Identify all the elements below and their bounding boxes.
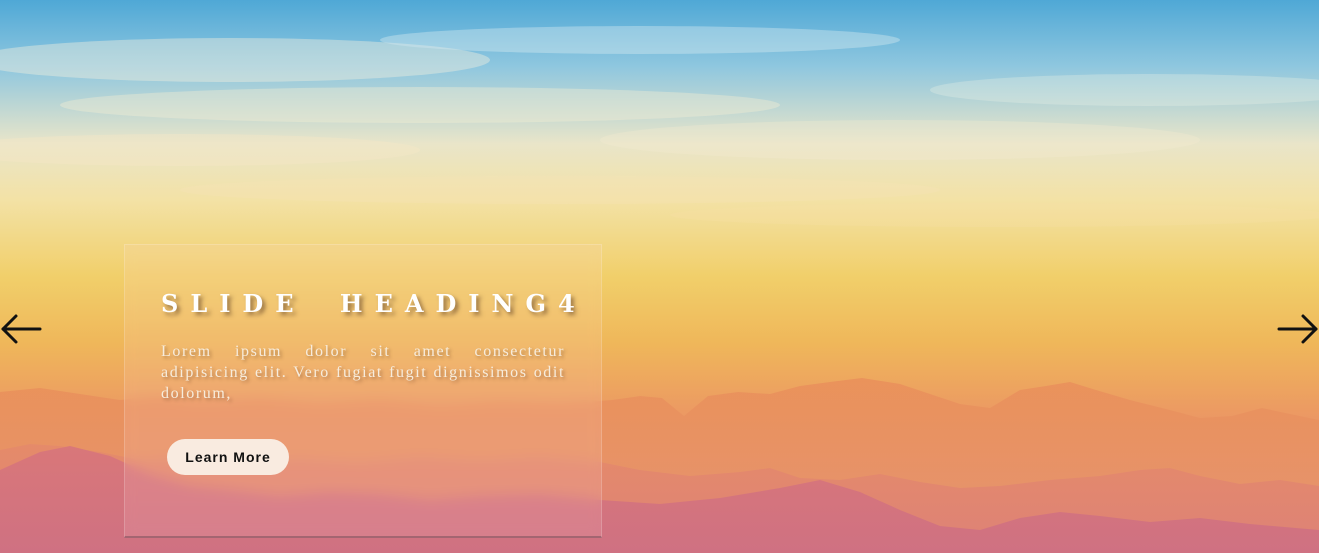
slide-heading: SLIDE HEADING4	[161, 289, 587, 318]
slide-description: Lorem ipsum dolor sit amet consectetur a…	[161, 343, 565, 402]
arrow-right-icon	[1277, 314, 1318, 344]
arrow-left-icon	[1, 314, 42, 344]
slide-caption-card: SLIDE HEADING4 Lorem ipsum dolor sit ame…	[124, 244, 602, 538]
clouds	[0, 26, 1319, 227]
next-slide-button[interactable]	[1277, 312, 1319, 346]
prev-slide-button[interactable]	[0, 312, 42, 346]
hero-slider: SLIDE HEADING4 Lorem ipsum dolor sit ame…	[0, 0, 1319, 553]
learn-more-button[interactable]: Learn More	[167, 439, 289, 475]
